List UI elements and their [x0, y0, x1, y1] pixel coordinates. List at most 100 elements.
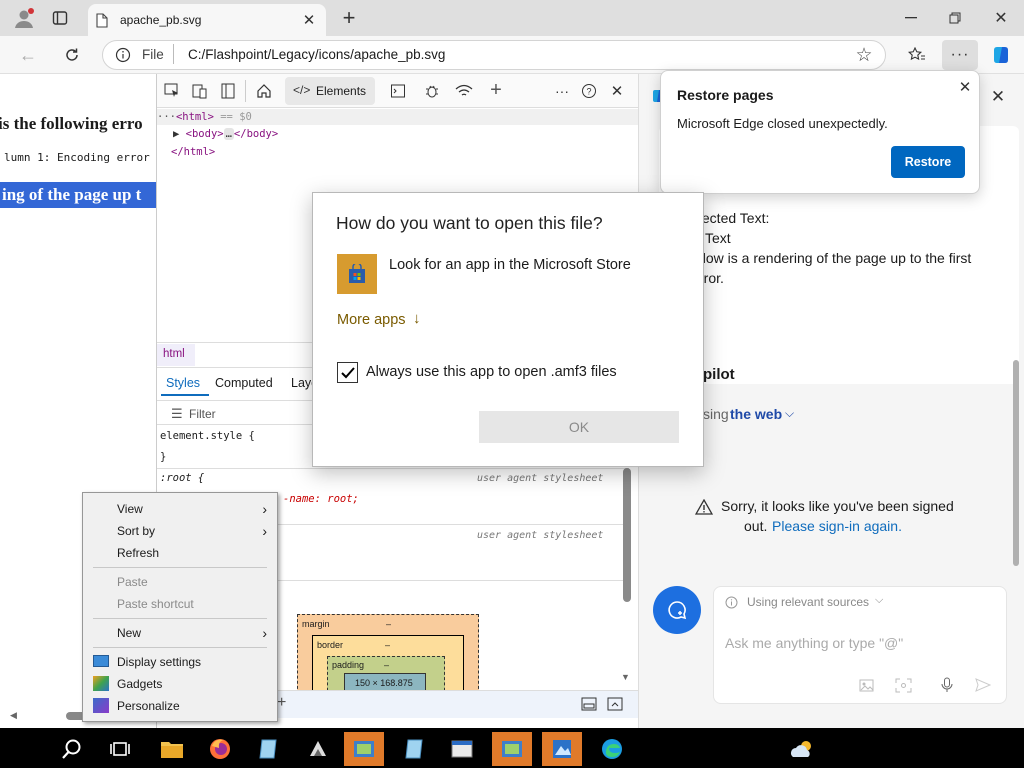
menu-item-paste[interactable]: Paste — [83, 571, 277, 593]
using-web-link[interactable]: the web — [730, 406, 782, 422]
taskbar-notepad-2-icon[interactable] — [394, 732, 434, 766]
menu-item-paste-shortcut[interactable]: Paste shortcut — [83, 593, 277, 615]
new-tab-icon[interactable]: + — [336, 5, 362, 31]
menu-item-display-settings[interactable]: Display settings — [83, 651, 277, 673]
element-style-rule[interactable]: element.style { — [160, 430, 255, 442]
taskbar-file-explorer-icon[interactable] — [152, 732, 192, 766]
menu-item-sort-by[interactable]: Sort by › — [83, 520, 277, 542]
taskbar-search-icon[interactable] — [52, 732, 92, 766]
store-option-tile[interactable] — [337, 254, 377, 294]
drawer-add-icon[interactable]: + — [277, 694, 286, 712]
taskbar-window-icon[interactable] — [442, 732, 482, 766]
using-prefix: sing — [703, 406, 729, 422]
menu-item-new[interactable]: New › — [83, 622, 277, 644]
chat-input-placeholder[interactable]: Ask me anything or type "@" — [725, 635, 903, 651]
tab-elements[interactable]: </> Elements — [285, 77, 375, 105]
taskbar-weather-icon[interactable] — [782, 732, 822, 766]
taskbar-edge-icon[interactable] — [592, 732, 632, 766]
chevron-down-icon[interactable]: ⌵ — [785, 406, 794, 421]
devtools-more-icon[interactable]: ··· — [551, 81, 573, 101]
sources-info-icon — [723, 594, 739, 610]
address-url[interactable]: C:/Flashpoint/Legacy/icons/apache_pb.svg — [188, 47, 445, 62]
close-tab-icon[interactable]: ✕ — [300, 11, 318, 29]
signin-link[interactable]: Please sign-in again. — [772, 518, 902, 534]
tab-elements-label: Elements — [316, 84, 367, 98]
desktop-context-menu: View › Sort by › Refresh Paste Paste short… — [82, 492, 278, 722]
relevant-sources-dropdown[interactable]: Using relevant sources — [747, 595, 869, 609]
boxmodel-margin: margin – border – padding – 150 × 168.87… — [297, 614, 479, 697]
menu-item-refresh[interactable]: Refresh — [83, 542, 277, 564]
device-emulation-icon[interactable] — [191, 82, 209, 100]
help-icon[interactable]: ? — [579, 81, 599, 101]
close-panel-icon[interactable]: ✕ — [987, 86, 1009, 108]
menu-separator — [93, 567, 267, 568]
taskbar-flashpoint-icon[interactable] — [344, 732, 384, 766]
rule-close-brace: } — [160, 451, 167, 463]
more-tools-icon[interactable]: + — [485, 79, 507, 101]
panel-scrollbar[interactable] — [1013, 360, 1019, 566]
tab-actions-icon[interactable] — [46, 5, 74, 31]
taskbar-app-icon[interactable] — [298, 732, 338, 766]
always-use-label[interactable]: Always use this app to open .amf3 files — [366, 364, 617, 380]
restore-button[interactable]: Restore — [891, 146, 965, 178]
restore-window-icon[interactable] — [940, 5, 970, 31]
taskbar-firefox-icon[interactable] — [200, 732, 240, 766]
taskbar-notepad-icon[interactable] — [248, 732, 288, 766]
console-icon[interactable] — [387, 81, 409, 101]
scroll-left-icon[interactable]: ◀ — [10, 710, 17, 721]
network-wifi-icon[interactable] — [453, 81, 475, 101]
scroll-down-icon[interactable]: ▼ — [621, 672, 630, 682]
menu-separator — [93, 618, 267, 619]
favorites-icon[interactable] — [904, 43, 930, 67]
taskbar-task-view-icon[interactable] — [100, 732, 140, 766]
styles-filter-input[interactable]: Filter — [189, 407, 216, 421]
profile-avatar-icon[interactable] — [10, 5, 38, 31]
menu-item-view[interactable]: View › — [83, 498, 277, 520]
more-apps-link[interactable]: More apps — [337, 312, 406, 328]
menu-item-personalize[interactable]: Personalize — [83, 695, 277, 717]
screenshot-icon[interactable] — [893, 676, 913, 694]
signed-out-line-2: out. — [744, 518, 768, 534]
styles-scrollbar[interactable] — [623, 468, 631, 602]
root-selector[interactable]: :root { — [160, 472, 204, 484]
back-icon[interactable]: ← — [14, 42, 42, 68]
image-upload-icon[interactable] — [857, 676, 877, 694]
refresh-icon[interactable] — [58, 42, 86, 68]
dock-bottom-icon[interactable] — [579, 695, 599, 713]
close-restore-icon[interactable]: ✕ — [955, 77, 975, 97]
always-use-checkbox[interactable] — [337, 362, 358, 383]
taskbar-paint-icon[interactable] — [542, 732, 582, 766]
new-chat-button[interactable] — [653, 586, 701, 634]
debug-bug-icon[interactable] — [421, 81, 443, 101]
menu-item-gadgets[interactable]: Gadgets — [83, 673, 277, 695]
breadcrumb-html[interactable]: html — [163, 348, 185, 360]
microphone-icon[interactable] — [937, 676, 957, 694]
tab-computed[interactable]: Computed — [215, 376, 273, 390]
dock-sidebar-icon[interactable] — [219, 82, 237, 100]
menu-separator — [93, 647, 267, 648]
restore-message: Microsoft Edge closed unexpectedly. — [677, 116, 888, 131]
send-icon[interactable] — [973, 676, 993, 694]
inspect-icon[interactable] — [163, 82, 181, 100]
tab-styles[interactable]: Styles — [166, 376, 200, 390]
restore-title: Restore pages — [677, 87, 774, 103]
taskbar-flashpoint-2-icon[interactable] — [492, 732, 532, 766]
dom-body-node[interactable]: ▶ <body>… </body> — [173, 126, 278, 142]
home-icon[interactable] — [253, 81, 275, 101]
copilot-icon[interactable] — [986, 40, 1016, 70]
error-detail: lumn 1: Encoding error — [4, 151, 150, 164]
info-icon[interactable] — [114, 46, 132, 64]
settings-more-icon[interactable]: ··· — [942, 40, 978, 70]
ok-button[interactable]: OK — [479, 411, 679, 443]
close-window-icon[interactable]: ✕ — [986, 5, 1016, 31]
favorite-star-icon[interactable]: ☆ — [852, 43, 876, 67]
browser-tab[interactable]: apache_pb.svg ✕ — [88, 4, 326, 36]
store-option-label[interactable]: Look for an app in the Microsoft Store — [389, 257, 631, 273]
dom-html-node[interactable]: ···<html> == $0 — [157, 109, 252, 125]
personalize-icon — [93, 698, 109, 713]
close-devtools-icon[interactable]: ✕ — [607, 81, 627, 101]
restore-pages-popup: Restore pages ✕ Microsoft Edge closed un… — [660, 70, 980, 194]
minimize-icon[interactable] — [896, 5, 926, 31]
dock-undock-icon[interactable] — [605, 695, 625, 713]
sources-chevron-icon[interactable]: ⌵ — [875, 594, 883, 607]
